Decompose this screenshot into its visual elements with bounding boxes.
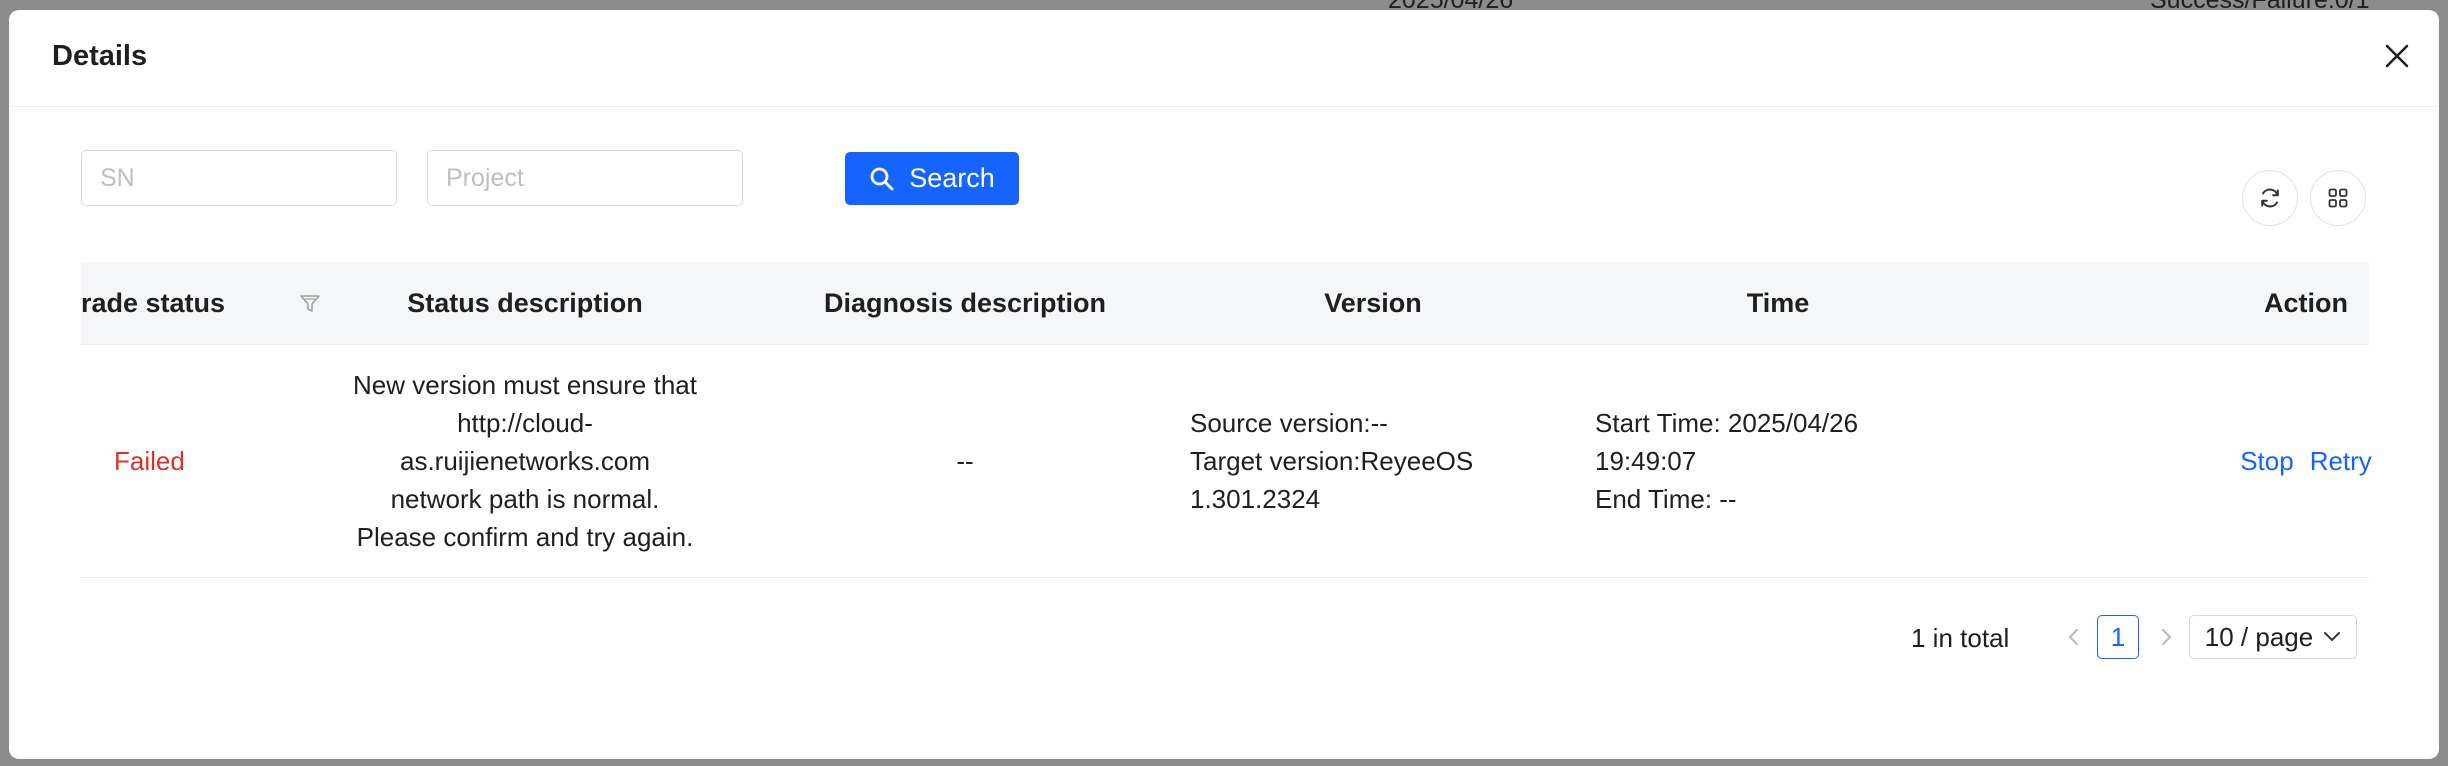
filter-icon — [300, 295, 320, 312]
start-time: Start Time: 2025/04/26 19:49:07 — [1595, 408, 1859, 476]
action-cell: Stop Retry — [2216, 345, 2396, 577]
close-button[interactable] — [2377, 36, 2417, 76]
search-button-label: Search — [909, 163, 995, 193]
source-version: Source version:-- — [1190, 408, 1388, 438]
sn-input[interactable] — [81, 150, 397, 206]
refresh-button[interactable] — [2242, 170, 2298, 226]
modal-title: Details — [52, 40, 148, 72]
grid-icon — [2328, 188, 2348, 208]
table-row: Failed New version must ensure that http… — [81, 345, 2372, 578]
chevron-right-icon — [2162, 629, 2172, 645]
search-icon — [870, 167, 894, 190]
page-1-button[interactable]: 1 — [2097, 615, 2139, 659]
header-version: Version — [1324, 287, 1422, 318]
retry-button[interactable]: Retry — [2310, 442, 2372, 480]
diagnosis-description-cell: -- — [956, 446, 974, 476]
chevron-left-icon — [2068, 629, 2078, 645]
close-icon — [2385, 44, 2409, 68]
status-cell: Failed — [114, 345, 294, 577]
total-count: 1 in total — [1911, 623, 2010, 653]
details-modal: Details Search — [9, 10, 2439, 759]
project-input[interactable] — [427, 150, 743, 206]
header-status-description: Status description — [407, 287, 643, 318]
chevron-down-icon — [2324, 632, 2341, 642]
end-time: End Time: -- — [1595, 484, 1737, 514]
version-cell: Source version:-- Target version:ReyeeOS… — [1190, 345, 1510, 577]
details-table: rade status Status description Diagnosis… — [81, 262, 2372, 578]
stop-button[interactable]: Stop — [2240, 442, 2294, 480]
status-description-cell: New version must ensure that http://clou… — [353, 370, 697, 552]
time-cell: Start Time: 2025/04/26 19:49:07 End Time… — [1595, 345, 1925, 577]
modal-header: Details — [9, 10, 2439, 107]
header-time: Time — [1746, 287, 1810, 318]
header-diagnosis-description: Diagnosis description — [823, 287, 1107, 318]
header-action: Action — [2264, 287, 2348, 318]
page-size-label: 10 / page — [2204, 621, 2314, 652]
refresh-icon — [2261, 188, 2279, 208]
target-version: Target version:ReyeeOS 1.301.2324 — [1190, 446, 1474, 514]
page-size-select[interactable]: 10 / page — [2189, 615, 2357, 659]
status-filter-button[interactable] — [299, 292, 323, 316]
status-badge: Failed — [114, 446, 185, 476]
search-button[interactable]: Search — [845, 152, 1019, 205]
next-page-button[interactable] — [2151, 621, 2181, 653]
column-settings-button[interactable] — [2310, 170, 2366, 226]
prev-page-button[interactable] — [2059, 621, 2089, 653]
pagination: 1 in total 1 10 / page — [1879, 613, 2379, 661]
header-upgrade-status: rade status — [81, 287, 226, 318]
table-header: rade status Status description Diagnosis… — [81, 262, 2369, 345]
